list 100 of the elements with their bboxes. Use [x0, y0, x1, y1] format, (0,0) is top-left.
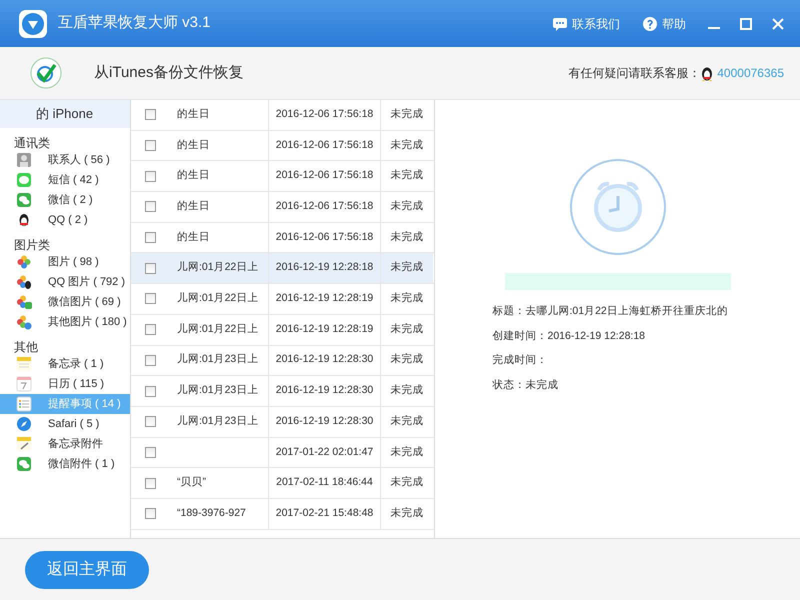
sidebar-item[interactable]: 微信 ( 2 ) [0, 190, 130, 210]
table-cell-text: 的生日 [177, 168, 210, 184]
checklist-icon [16, 396, 32, 412]
table-cell-text: 的生日 [177, 106, 210, 122]
checkbox[interactable] [145, 293, 156, 304]
table-cell-text: 未完成 [390, 506, 424, 521]
maximize-icon[interactable] [740, 18, 752, 30]
table-cell-text: 2016-12-19 12:28:19 [276, 291, 374, 306]
help-button[interactable]: 帮助 [642, 14, 686, 32]
table-cell-text: “贝贝” [177, 475, 206, 490]
table-cell-text: 儿网:01月22日上 [177, 260, 258, 276]
checkbox[interactable] [145, 201, 156, 212]
compass-icon [16, 416, 32, 432]
notepad-icon [16, 436, 32, 452]
table-cell-text: 未完成 [390, 291, 424, 306]
checkbox[interactable] [145, 140, 156, 152]
sidebar-item[interactable]: QQ ( 2 ) [0, 210, 130, 230]
table-cell-text: 未完成 [390, 199, 424, 214]
detail-text: 状态：未完成 [492, 378, 558, 390]
table-cell-text: 未完成 [390, 383, 424, 398]
table-cell-text: 2016-12-19 12:28:19 [276, 322, 374, 337]
checkbox[interactable] [145, 446, 156, 458]
checkbox[interactable] [145, 416, 156, 428]
detail-text: 完成时间： [492, 354, 548, 366]
sidebar-item[interactable]: QQ 图片 ( 792 ) [0, 272, 130, 292]
alarm-clock-icon [568, 158, 666, 256]
sidebar-item[interactable]: 短信 ( 42 ) [0, 170, 130, 190]
table-cell-text: 未完成 [390, 322, 424, 337]
help-icon [642, 16, 658, 32]
checkbox[interactable] [145, 386, 156, 397]
flower-icon [16, 274, 32, 290]
sidebar-item[interactable]: 其他图片 ( 180 ) [0, 312, 130, 332]
chat-icon [552, 16, 568, 32]
contact-button[interactable]: 联系我们 [552, 14, 620, 32]
window-title: 互盾苹果恢复大师 v3.1 [58, 13, 211, 34]
table-cell-text: 2016-12-06 17:56:18 [276, 199, 374, 214]
table-cell-text: 2016-12-19 12:28:18 [276, 260, 374, 276]
sidebar-item[interactable]: Safari ( 5 ) [0, 414, 130, 434]
checkbox[interactable] [145, 170, 156, 182]
table-cell-text: 未完成 [390, 444, 424, 460]
support-label: 有任何疑问请联系客服： [568, 65, 700, 82]
table-cell-text: 儿网:01月23日上 [177, 352, 258, 368]
sidebar-item[interactable]: 备忘录附件 [0, 434, 130, 454]
table-cell-text: 未完成 [390, 138, 424, 153]
app-logo-icon [18, 8, 48, 38]
checkbox[interactable] [145, 262, 156, 274]
category-label: 图片类 [14, 238, 50, 252]
flower-icon [16, 314, 32, 330]
sidebar-item[interactable]: 日历 ( 115 ) [0, 374, 130, 394]
flower-icon [16, 254, 32, 270]
table-cell-text: 儿网:01月23日上 [177, 414, 258, 429]
table-cell-text: 2016-12-19 12:28:30 [276, 352, 374, 368]
sidebar-item[interactable]: 微信图片 ( 69 ) [0, 292, 130, 312]
category-label: 其他 [14, 340, 38, 354]
page-title: 从iTunes备份文件恢复 [94, 62, 244, 83]
table-cell-text: 未完成 [390, 414, 424, 429]
chat-bubbles-icon [16, 192, 32, 208]
table-cell-text: 2017-01-22 02:01:47 [276, 444, 374, 460]
detail-text: 标题：去哪儿网:01月22日上海虹桥开往重庆北的 [492, 305, 728, 317]
table-cell-text: 2016-12-06 17:56:18 [276, 168, 374, 184]
table-cell-text: 未完成 [390, 168, 424, 184]
table-cell-text: 儿网:01月22日上 [177, 291, 258, 306]
category-label: 通讯类 [14, 136, 50, 150]
check-logo-icon [30, 57, 62, 89]
table-cell-text: 未完成 [390, 352, 424, 368]
checkbox[interactable] [145, 109, 156, 120]
table-cell-text: 2016-12-19 12:28:30 [276, 414, 374, 429]
table-cell-text: 儿网:01月23日上 [177, 383, 258, 398]
detail-text: 创建时间：2016-12-19 12:28:18 [492, 330, 645, 342]
checkbox[interactable] [145, 232, 156, 244]
table-cell-text: 2016-12-19 12:28:30 [276, 383, 374, 398]
table-cell-text: 未完成 [390, 260, 424, 276]
table-cell-text: 未完成 [390, 230, 424, 245]
flower-icon [16, 294, 32, 310]
table-cell-text: 儿网:01月22日上 [177, 322, 258, 337]
penguin-icon [700, 65, 714, 81]
calendar-icon [16, 376, 32, 392]
sidebar-item[interactable]: 联系人 ( 56 ) [0, 150, 130, 170]
checkbox[interactable] [145, 354, 156, 366]
contacts-icon [16, 152, 32, 168]
checkbox[interactable] [145, 324, 156, 336]
checkbox[interactable] [145, 508, 156, 520]
table-cell-text: “189-3976-927 [177, 506, 246, 521]
table-cell-text: 的生日 [177, 230, 210, 245]
table-cell-text: 未完成 [390, 475, 424, 490]
table-cell-text: 的生日 [177, 199, 210, 214]
notepad-icon [16, 356, 32, 372]
device-name: 的 iPhone [36, 106, 94, 121]
table-cell-text: 2017-02-11 18:46:44 [276, 475, 373, 490]
sidebar-item[interactable]: 图片 ( 98 ) [0, 252, 130, 272]
table-cell-text: 2016-12-06 17:56:18 [276, 230, 374, 245]
sidebar-item[interactable]: 微信附件 ( 1 ) [0, 454, 130, 474]
table-cell-text: 2016-12-06 17:56:18 [276, 106, 374, 122]
message-icon [16, 172, 32, 188]
checkbox[interactable] [145, 478, 156, 489]
table-cell-text: 2016-12-06 17:56:18 [276, 138, 374, 153]
close-icon[interactable] [772, 18, 784, 30]
table-cell-text: 未完成 [390, 106, 424, 122]
sidebar-item[interactable]: 备忘录 ( 1 ) [0, 354, 130, 374]
chat-bubbles-icon [16, 456, 32, 472]
